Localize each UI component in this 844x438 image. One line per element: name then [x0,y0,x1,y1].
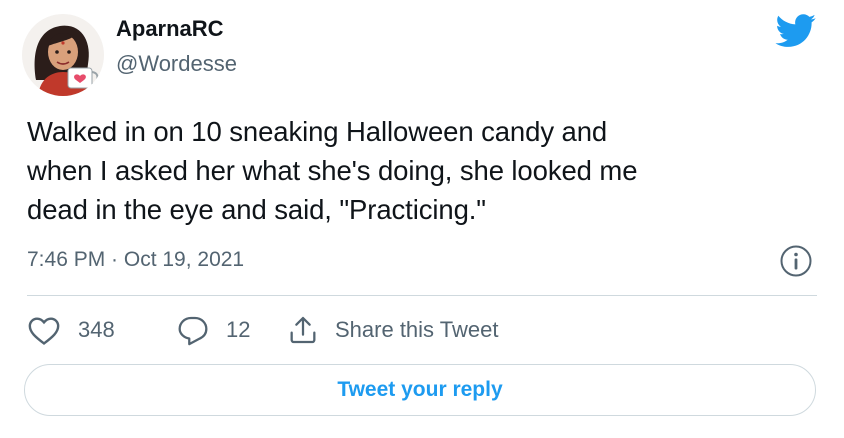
tweet-text-line: when I asked her what she's doing, she l… [27,155,638,186]
heart-icon [28,317,60,345]
reply-bubble-icon [178,316,208,346]
like-count: 348 [78,317,115,342]
twitter-bird-icon[interactable] [775,14,817,48]
like-button[interactable]: 348 [27,314,177,346]
author-name[interactable]: AparnaRC [116,16,224,42]
share-button[interactable]: Share this Tweet [287,314,498,346]
tweet-your-reply-button[interactable]: Tweet your reply [24,364,816,416]
share-label: Share this Tweet [335,317,499,342]
divider [27,295,817,296]
author-handle[interactable]: @Wordesse [116,51,237,77]
tweet-text-line: Walked in on 10 sneaking Halloween candy… [27,116,608,147]
reply-action-button[interactable]: 12 [177,314,287,346]
reply-count: 12 [226,317,251,342]
tweet-text: Walked in on 10 sneaking Halloween candy… [27,112,817,229]
info-icon[interactable] [779,244,813,278]
tweet-timestamp[interactable]: 7:46 PM · Oct 19, 2021 [27,248,244,272]
avatar-illustration [22,14,104,96]
action-bar: 348 12 Share this Tweet [27,313,498,347]
avatar[interactable] [22,14,104,96]
tweet-text-line: dead in the eye and said, "Practicing." [27,194,486,225]
share-icon [290,316,316,344]
